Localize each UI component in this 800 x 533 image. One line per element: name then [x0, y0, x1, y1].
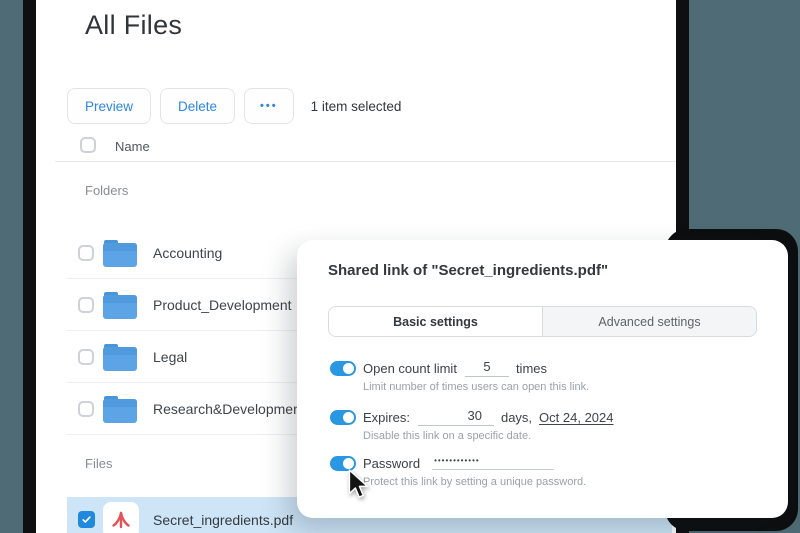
setting-label: Open count limit: [363, 361, 457, 376]
ellipsis-icon: •••: [260, 100, 278, 112]
setting-description: Limit number of times users can open thi…: [363, 381, 768, 393]
row-checkbox[interactable]: [78, 349, 94, 365]
expiry-date-link[interactable]: Oct 24, 2024: [539, 410, 613, 425]
folders-section-label: Folders: [85, 183, 128, 198]
desktop-background: All Files Preview Delete ••• 1 item sele…: [0, 0, 800, 533]
more-actions-button[interactable]: •••: [244, 88, 294, 124]
folder-name: Product_Development: [153, 297, 292, 313]
setting-description: Protect this link by setting a unique pa…: [363, 476, 768, 488]
row-checkbox[interactable]: [78, 297, 94, 313]
select-all-checkbox[interactable]: [80, 137, 96, 153]
mouse-cursor: [346, 469, 372, 501]
settings-tabs: Basic settings Advanced settings: [328, 306, 757, 337]
open-count-input[interactable]: 5: [465, 359, 509, 377]
preview-button[interactable]: Preview: [67, 88, 151, 124]
delete-button[interactable]: Delete: [160, 88, 235, 124]
expires-toggle[interactable]: [330, 410, 356, 425]
setting-expires: Expires: 30 days, Oct 24, 2024 Disable t…: [330, 409, 768, 442]
row-checkbox-checked[interactable]: [78, 511, 95, 528]
password-input[interactable]: ••••••••••••: [432, 456, 554, 470]
setting-password: Password •••••••••••• Protect this link …: [330, 455, 768, 488]
folder-name: Accounting: [153, 245, 222, 261]
folder-name: Legal: [153, 349, 187, 365]
modal-title: Shared link of "Secret_ingredients.pdf": [328, 262, 608, 279]
expires-days-input[interactable]: 30: [418, 408, 494, 426]
checkmark-icon: [81, 514, 92, 525]
tab-advanced-settings[interactable]: Advanced settings: [543, 307, 756, 336]
page-title: All Files: [85, 10, 182, 41]
selection-status: 1 item selected: [311, 99, 402, 114]
pdf-file-icon: [103, 502, 139, 533]
tab-basic-settings[interactable]: Basic settings: [329, 307, 543, 336]
folder-name: Research&Development: [153, 401, 305, 417]
setting-description: Disable this link on a specific date.: [363, 430, 768, 442]
folder-icon: [103, 343, 137, 371]
toolbar: Preview Delete ••• 1 item selected: [67, 88, 401, 124]
name-column-header[interactable]: Name: [115, 139, 150, 154]
file-name: Secret_ingredients.pdf: [153, 512, 293, 528]
folder-icon: [103, 395, 137, 423]
row-checkbox[interactable]: [78, 401, 94, 417]
setting-suffix: times: [516, 361, 547, 376]
files-section-label: Files: [85, 456, 112, 471]
setting-label: Expires:: [363, 410, 410, 425]
setting-suffix: days,: [501, 410, 532, 425]
header-divider: [55, 161, 676, 162]
row-checkbox[interactable]: [78, 245, 94, 261]
open-count-toggle[interactable]: [330, 361, 356, 376]
folder-icon: [103, 239, 137, 267]
folder-icon: [103, 291, 137, 319]
setting-open-count-limit: Open count limit 5 times Limit number of…: [330, 360, 768, 393]
